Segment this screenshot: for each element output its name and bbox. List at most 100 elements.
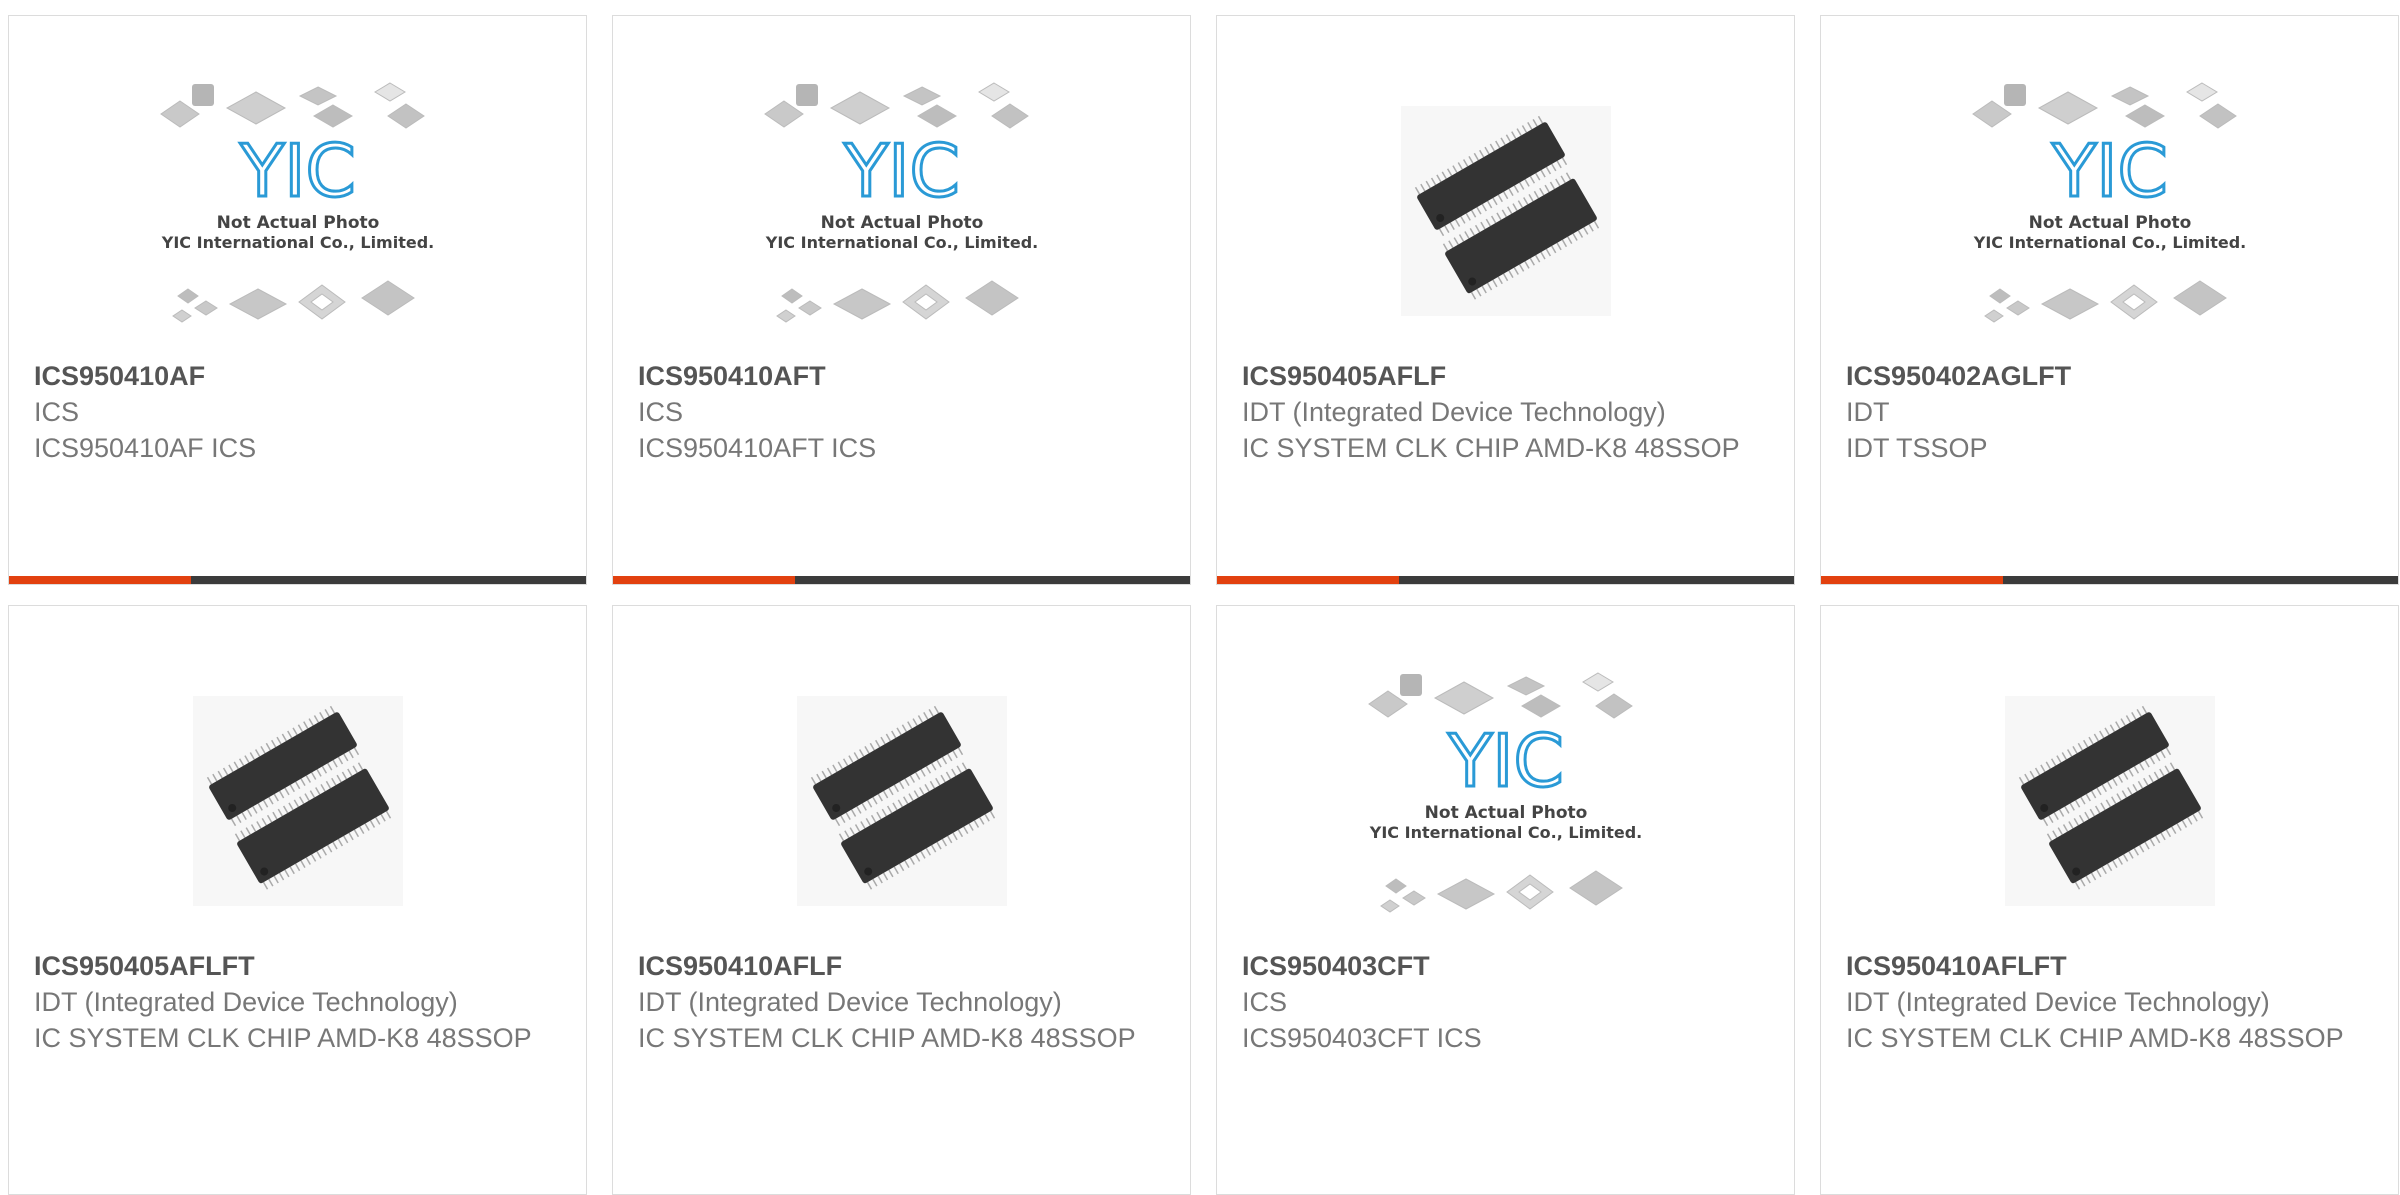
- product-image[interactable]: YIC Not Actual Photo YIC International Co.…: [613, 76, 1190, 364]
- placeholder-logo-image: YICNot Actual PhotoYIC International Co.…: [1367, 672, 1642, 913]
- product-description: ICS950410AFT ICS: [638, 433, 877, 463]
- ssop-chip-image: [796, 696, 1007, 906]
- product-info: ICS950410AFT ICS ICS950410AFT ICS: [638, 358, 1150, 466]
- product-info: ICS950410AF ICS ICS950410AF ICS: [34, 358, 546, 466]
- card-accent-bar: [1821, 576, 2003, 584]
- product-part-number[interactable]: ICS950410AFT: [638, 358, 1150, 394]
- chip-shape: [312, 104, 353, 128]
- card-bottom-bar: [613, 576, 1190, 584]
- placeholder-logo-image: YICNot Actual PhotoYIC International Co.…: [763, 82, 1038, 323]
- chip-shape: [1506, 676, 1545, 696]
- ssop-chip-image: [192, 696, 403, 906]
- company-name: YIC International Co., Limited.: [764, 233, 1037, 252]
- chip-shape: [829, 91, 890, 125]
- chip-shape: [780, 288, 803, 304]
- product-image[interactable]: [1217, 76, 1794, 394]
- chip-shape: [2110, 86, 2149, 106]
- product-manufacturer: IDT (Integrated Device Technology): [1242, 397, 1666, 427]
- product-description: IC SYSTEM CLK CHIP AMD-K8 48SSOP: [1242, 433, 1740, 463]
- product-card[interactable]: ICS950410AFLF IDT (Integrated Device Tec…: [612, 605, 1191, 1195]
- product-manufacturer: IDT (Integrated Device Technology): [1846, 987, 2270, 1017]
- product-info: ICS950410AFLFT IDT (Integrated Device Te…: [1846, 948, 2358, 1056]
- chip-shape: [1379, 899, 1400, 913]
- placeholder-logo-image: YICNot Actual PhotoYIC International Co.…: [159, 82, 434, 323]
- product-info: ICS950403CFT ICS ICS950403CFT ICS: [1242, 948, 1754, 1056]
- chip-shape: [1581, 672, 1614, 692]
- product-card[interactable]: ICS950405AFLFT IDT (Integrated Device Te…: [8, 605, 587, 1195]
- chip-shape: [1988, 288, 2011, 304]
- product-card[interactable]: ICS950405AFLF IDT (Integrated Device Tec…: [1216, 15, 1795, 585]
- chip-shape: [1436, 878, 1495, 910]
- product-part-number[interactable]: ICS950410AFLF: [638, 948, 1150, 984]
- brand-logo: YIC: [1447, 719, 1564, 803]
- brand-logo: YIC: [843, 129, 960, 213]
- placeholder-caption: Not Actual Photo: [216, 213, 379, 233]
- product-image[interactable]: [9, 666, 586, 984]
- ssop-chip-image: [1400, 106, 1611, 316]
- product-image[interactable]: [613, 666, 1190, 984]
- chip-shape: [225, 91, 286, 125]
- chip-shape: [1433, 681, 1494, 715]
- product-description: IC SYSTEM CLK CHIP AMD-K8 48SSOP: [1846, 1023, 2344, 1053]
- placeholder-caption: Not Actual Photo: [820, 213, 983, 233]
- placeholder-caption: Not Actual Photo: [2028, 213, 2191, 233]
- chip-shape: [832, 288, 891, 320]
- chip-shape: [2037, 91, 2098, 125]
- product-card[interactable]: YIC Not Actual Photo YIC International Co.…: [1216, 605, 1795, 1195]
- chip-shape: [1983, 309, 2004, 323]
- product-manufacturer: ICS: [638, 397, 684, 427]
- brand-logo: YIC: [239, 129, 356, 213]
- product-manufacturer: IDT (Integrated Device Technology): [638, 987, 1062, 1017]
- chip-shape: [977, 82, 1010, 102]
- product-part-number[interactable]: ICS950410AF: [34, 358, 546, 394]
- card-accent-bar: [1217, 576, 1399, 584]
- product-grid: YIC Not Actual Photo YIC International Co.…: [8, 15, 2399, 1195]
- product-part-number[interactable]: ICS950402AGLFT: [1846, 358, 2358, 394]
- product-part-number[interactable]: ICS950405AFLFT: [34, 948, 546, 984]
- chip-shape: [1399, 674, 1422, 696]
- chip-shape: [2198, 103, 2237, 129]
- chip-shape: [775, 309, 796, 323]
- product-image[interactable]: YIC Not Actual Photo YIC International Co.…: [1821, 76, 2398, 364]
- chip-shape: [2185, 82, 2218, 102]
- card-bottom-bar: [9, 576, 586, 584]
- chip-shape: [1384, 878, 1407, 894]
- chip-shape: [902, 86, 941, 106]
- product-part-number[interactable]: ICS950403CFT: [1242, 948, 1754, 984]
- chip-shape: [916, 104, 957, 128]
- chip-shape: [298, 86, 337, 106]
- product-info: ICS950402AGLFT IDT IDT TSSOP: [1846, 358, 2358, 466]
- placeholder-logo-image: YICNot Actual PhotoYIC International Co.…: [1971, 82, 2246, 323]
- chip-shape: [2040, 288, 2099, 320]
- product-card[interactable]: ICS950410AFLFT IDT (Integrated Device Te…: [1820, 605, 2399, 1195]
- product-part-number[interactable]: ICS950405AFLF: [1242, 358, 1754, 394]
- ssop-chip-image: [2004, 696, 2215, 906]
- product-description: ICS950403CFT ICS: [1242, 1023, 1482, 1053]
- chip-shape: [964, 280, 1019, 316]
- card-accent-bar: [9, 576, 191, 584]
- product-manufacturer: IDT: [1846, 397, 1890, 427]
- company-name: YIC International Co., Limited.: [1368, 823, 1641, 842]
- product-card[interactable]: YIC Not Actual Photo YIC International Co.…: [1820, 15, 2399, 585]
- chip-shape: [1520, 694, 1561, 718]
- chip-shape: [386, 103, 425, 129]
- product-description: IC SYSTEM CLK CHIP AMD-K8 48SSOP: [34, 1023, 532, 1053]
- product-manufacturer: ICS: [1242, 987, 1288, 1017]
- product-image[interactable]: [1821, 666, 2398, 984]
- chip-shape: [1568, 870, 1623, 906]
- product-part-number[interactable]: ICS950410AFLFT: [1846, 948, 2358, 984]
- card-bottom-bar: [1821, 576, 2398, 584]
- company-name: YIC International Co., Limited.: [160, 233, 433, 252]
- chip-shape: [2005, 300, 2030, 316]
- product-manufacturer: IDT (Integrated Device Technology): [34, 987, 458, 1017]
- product-image[interactable]: YIC Not Actual Photo YIC International Co.…: [1217, 666, 1794, 954]
- card-accent-bar: [613, 576, 795, 584]
- chip-shape: [1401, 890, 1426, 906]
- product-image[interactable]: YIC Not Actual Photo YIC International Co.…: [9, 76, 586, 364]
- chip-shape: [228, 288, 287, 320]
- chip-shape: [176, 288, 199, 304]
- chip-shape: [360, 280, 415, 316]
- chip-shape: [990, 103, 1029, 129]
- product-card[interactable]: YIC Not Actual Photo YIC International Co.…: [612, 15, 1191, 585]
- product-card[interactable]: YIC Not Actual Photo YIC International Co.…: [8, 15, 587, 585]
